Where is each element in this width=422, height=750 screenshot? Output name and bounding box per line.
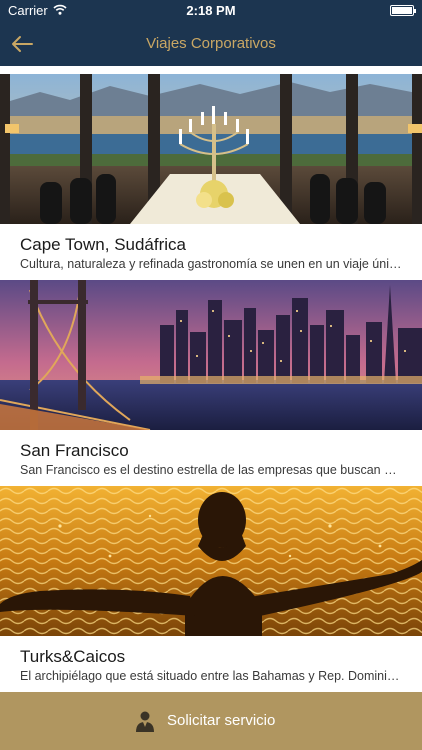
destination-image [0, 486, 422, 636]
request-service-label: Solicitar servicio [167, 712, 276, 729]
destination-description: El archipiélago que está situado entre l… [20, 669, 402, 683]
battery-icon [390, 5, 416, 16]
destination-card-cape-town[interactable]: Cape Town, Sudáfrica Cultura, naturaleza… [0, 74, 422, 280]
destination-description: San Francisco es el destino estrella de … [20, 463, 402, 477]
destination-description: Cultura, naturaleza y refinada gastronom… [20, 257, 402, 271]
destination-name: Turks&Caicos [20, 647, 126, 666]
navigation-bar: Viajes Corporativos [0, 22, 422, 66]
destination-card-san-francisco[interactable]: San Francisco San Francisco es el destin… [0, 280, 422, 486]
status-time: 2:18 PM [186, 3, 236, 18]
destination-card-turks-caicos[interactable]: Turks&Caicos El archipiélago que está si… [0, 486, 422, 692]
destination-image [0, 280, 422, 430]
destination-image [0, 74, 422, 224]
person-icon [136, 711, 154, 732]
request-service-button[interactable]: Solicitar servicio [0, 692, 422, 750]
destination-name: Cape Town, Sudáfrica [20, 235, 187, 254]
header-divider [0, 66, 422, 74]
page-title: Viajes Corporativos [146, 35, 276, 52]
status-bar: Carrier 2:18 PM [0, 0, 422, 22]
destination-name: San Francisco [20, 441, 129, 460]
